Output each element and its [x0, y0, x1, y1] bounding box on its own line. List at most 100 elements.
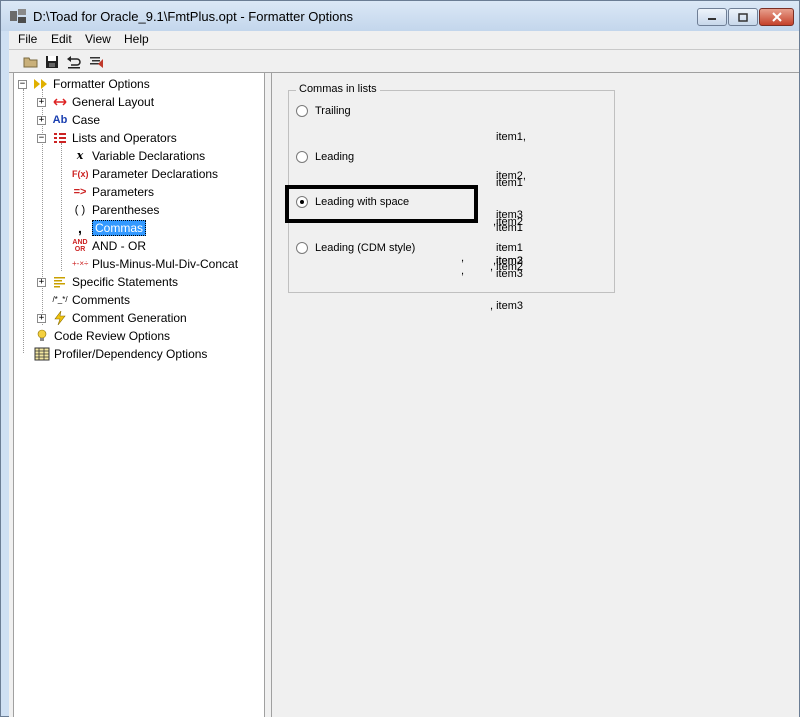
title-bar[interactable]: D:\Toad for Oracle_9.1\FmtPlus.opt - For…	[1, 1, 799, 31]
grid-table-icon	[34, 347, 50, 361]
menu-view[interactable]: View	[85, 32, 111, 46]
sample-cdm-item3: item3	[496, 268, 523, 280]
tree-label: Lists and Operators	[72, 131, 177, 145]
menu-bar: File Edit View Help	[9, 31, 799, 49]
menu-file[interactable]: File	[18, 32, 37, 46]
collapse-icon[interactable]: −	[18, 79, 27, 89]
groupbox-title: Commas in lists	[296, 83, 380, 95]
save-button[interactable]	[42, 53, 62, 71]
sample-line: item1	[496, 177, 523, 189]
and-or-icon-top: AND	[72, 239, 88, 246]
list-icon	[54, 133, 66, 143]
tree-label: Plus-Minus-Mul-Div-Concat	[92, 257, 239, 271]
options-panel: Commas in lists Trailing item1, item2, i…	[271, 73, 799, 717]
menu-edit[interactable]: Edit	[51, 32, 72, 46]
tree-node-general-layout[interactable]: + General Layout	[37, 94, 154, 110]
sample-cdm-comma: ,	[461, 265, 465, 277]
radio-button-selected[interactable]	[296, 196, 308, 208]
minimize-button[interactable]	[697, 8, 727, 26]
tree-node-specific-statements[interactable]: + Specific Statements	[37, 274, 178, 290]
format-button[interactable]	[86, 53, 106, 71]
tree-label: Case	[72, 113, 101, 127]
undo-button[interactable]	[64, 53, 84, 71]
tree-node-variable-declarations[interactable]: x Variable Declarations	[72, 148, 205, 164]
window-title: D:\Toad for Oracle_9.1\FmtPlus.opt - For…	[33, 9, 354, 24]
radio-button[interactable]	[296, 151, 308, 163]
math-operators-icon: +-×÷	[72, 259, 89, 268]
and-or-icon-bottom: OR	[74, 246, 86, 253]
menu-help[interactable]: Help	[124, 32, 149, 46]
format-icon	[90, 57, 103, 68]
toad-app-icon	[10, 9, 26, 23]
toolbar	[9, 49, 799, 73]
sample-line: item1,	[496, 131, 526, 143]
tree-node-code-review[interactable]: Code Review Options	[34, 328, 170, 344]
radio-label: Leading (CDM style)	[315, 242, 416, 254]
tree-label: Comment Generation	[72, 311, 187, 325]
expand-icon[interactable]: +	[37, 277, 46, 287]
comment-icon: /*_*/	[52, 295, 68, 304]
open-button[interactable]	[21, 53, 41, 71]
tree-node-and-or[interactable]: AND OR AND - OR	[72, 238, 146, 254]
tree-node-profiler[interactable]: Profiler/Dependency Options	[34, 346, 207, 362]
minimize-icon	[708, 18, 716, 20]
client-area: − Formatter Options + General Layout + A…	[9, 73, 799, 717]
statements-icon	[54, 277, 65, 288]
tree-node-plus-minus[interactable]: +-×÷ Plus-Minus-Mul-Div-Concat	[72, 256, 238, 272]
radio-leading-cdm-style[interactable]: Leading (CDM style)	[296, 242, 415, 254]
close-button[interactable]	[759, 8, 794, 26]
tree-node-comment-generation[interactable]: + Comment Generation	[37, 310, 187, 326]
variable-x-icon: x	[76, 149, 84, 162]
tree-label: General Layout	[72, 95, 155, 109]
expand-icon[interactable]: +	[37, 115, 46, 125]
tree-line	[61, 143, 62, 271]
expand-icon[interactable]: +	[37, 97, 46, 107]
radio-label: Trailing	[315, 105, 351, 117]
sample-cdm-comma: ,	[461, 252, 465, 264]
options-tree[interactable]: − Formatter Options + General Layout + A…	[13, 73, 265, 717]
save-disk-icon	[46, 56, 58, 68]
tree-label: Formatter Options	[53, 77, 150, 91]
arrow-assign-icon: =>	[73, 186, 87, 198]
formatter-options-window: D:\Toad for Oracle_9.1\FmtPlus.opt - For…	[0, 0, 800, 717]
lightning-icon	[54, 311, 66, 325]
collapse-icon[interactable]: −	[37, 133, 46, 143]
close-icon	[771, 12, 782, 22]
tree-node-case[interactable]: + Ab Case	[37, 112, 100, 128]
tree-label: Specific Statements	[72, 275, 179, 289]
tree-label: AND - OR	[92, 239, 146, 253]
tree-node-comments[interactable]: /*_*/ Comments	[52, 292, 130, 308]
tree-label: Parameter Declarations	[92, 167, 219, 181]
tree-line	[23, 89, 24, 353]
function-fx-icon: F(x)	[72, 169, 89, 179]
tree-node-parentheses[interactable]: ( ) Parentheses	[72, 202, 160, 218]
comma-icon: ,	[78, 220, 82, 236]
sample-cdm-item1: item1	[496, 242, 523, 254]
lightbulb-icon	[37, 329, 47, 341]
radio-button[interactable]	[296, 242, 308, 254]
and-or-icon: AND OR	[72, 239, 88, 253]
tree-label: Variable Declarations	[92, 149, 206, 163]
tree-node-formatter-options[interactable]: − Formatter Options	[18, 76, 150, 92]
maximize-button[interactable]	[728, 8, 758, 26]
double-arrow-icon	[53, 98, 67, 106]
tree-node-lists-and-operators[interactable]: − Lists and Operators	[37, 130, 177, 146]
tree-node-parameter-declarations[interactable]: F(x) Parameter Declarations	[72, 166, 218, 182]
sample-cdm-item2: item2	[496, 255, 523, 267]
tree-label: Profiler/Dependency Options	[54, 347, 208, 361]
tree-node-commas[interactable]: , Commas	[72, 220, 147, 236]
radio-leading-with-space[interactable]: Leading with space	[296, 196, 409, 208]
radio-button[interactable]	[296, 105, 308, 117]
tree-node-parameters[interactable]: => Parameters	[72, 184, 154, 200]
sample-line: item1	[496, 222, 523, 234]
case-ab-icon: Ab	[52, 114, 68, 126]
radio-label: Leading	[315, 151, 355, 163]
radio-leading[interactable]: Leading	[296, 151, 354, 163]
sample-line: , item3	[490, 300, 524, 312]
open-folder-icon	[23, 57, 38, 68]
tree-label: Comments	[72, 293, 131, 307]
radio-label: Leading with space	[315, 196, 410, 208]
tree-label: Parameters	[92, 185, 155, 199]
expand-icon[interactable]: +	[37, 313, 46, 323]
radio-trailing[interactable]: Trailing	[296, 105, 351, 117]
